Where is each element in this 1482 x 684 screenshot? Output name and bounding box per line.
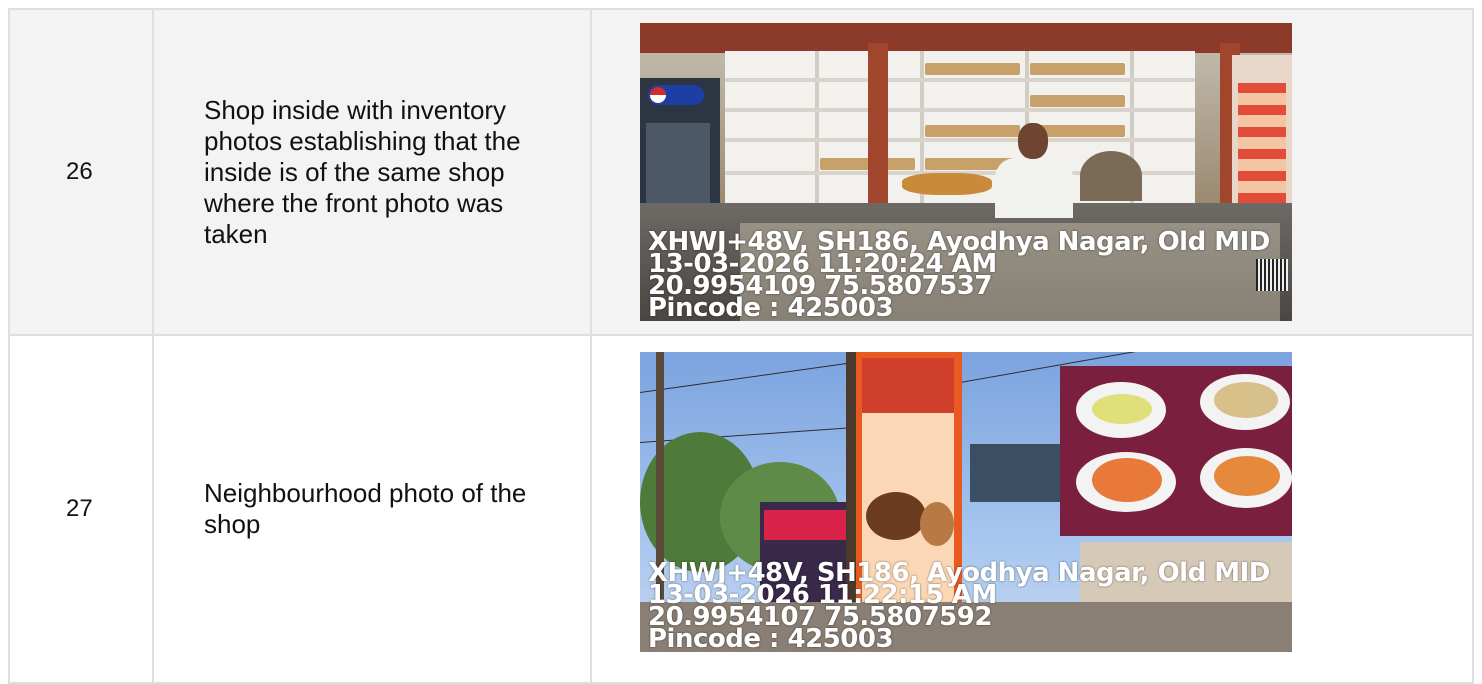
row-number: 27 xyxy=(8,334,154,684)
row-description: Shop inside with inventory photos establ… xyxy=(152,8,592,336)
shop-interior-photo: XHWJ+48V, SH186, Ayodhya Nagar, Old MID … xyxy=(640,23,1292,321)
neighbourhood-photo: XHWJ+48V, SH186, Ayodhya Nagar, Old MID … xyxy=(640,352,1292,652)
table-row: 26 Shop inside with inventory photos est… xyxy=(8,8,1474,336)
photo-evidence-table: 26 Shop inside with inventory photos est… xyxy=(8,8,1474,684)
geotag-stamp: XHWJ+48V, SH186, Ayodhya Nagar, Old MID … xyxy=(648,560,1292,652)
row-description: Neighbourhood photo of the shop xyxy=(152,334,592,684)
row-number: 26 xyxy=(8,8,154,336)
geotag-stamp: XHWJ+48V, SH186, Ayodhya Nagar, Old MID … xyxy=(648,229,1292,321)
photo-cell: XHWJ+48V, SH186, Ayodhya Nagar, Old MID … xyxy=(590,334,1474,684)
photo-cell: XHWJ+48V, SH186, Ayodhya Nagar, Old MID … xyxy=(590,8,1474,336)
table-row: 27 Neighbourhood photo of the shop XHWJ+… xyxy=(8,334,1474,684)
